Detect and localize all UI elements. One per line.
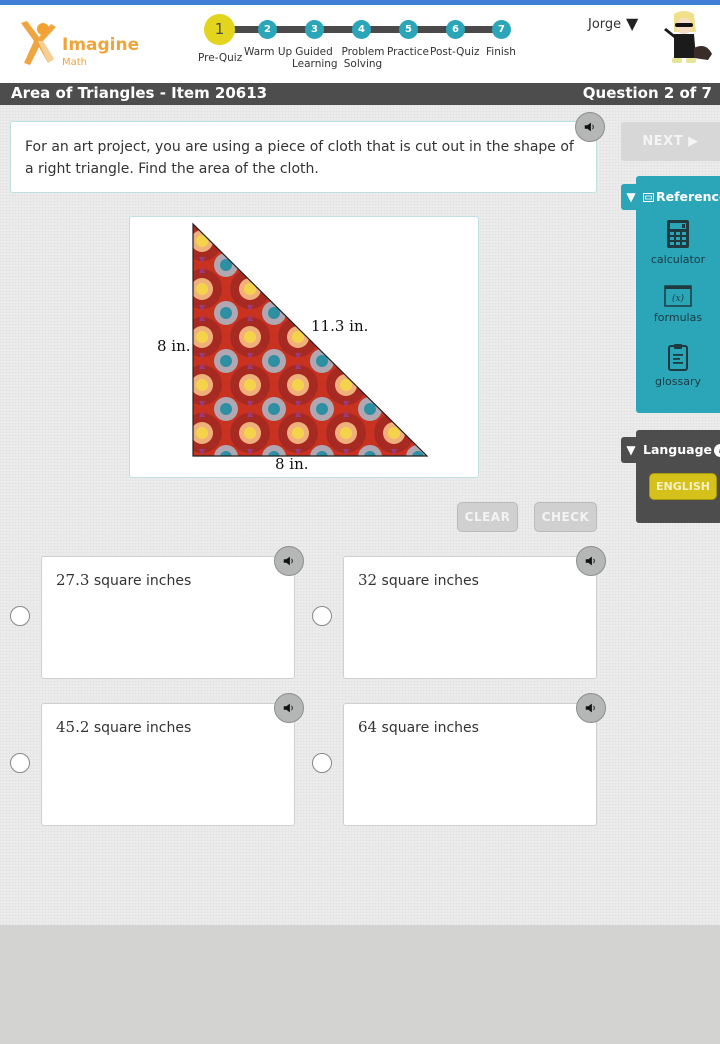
reference-book-icon bbox=[643, 193, 654, 202]
answer-option-a[interactable]: 27.3 square inches bbox=[41, 556, 295, 679]
step-5-label: Practice bbox=[387, 46, 429, 58]
answer-b-value: 32 bbox=[358, 571, 378, 589]
answer-c-text: 45.2 square inches bbox=[56, 718, 191, 736]
reference-title: Reference bbox=[656, 189, 720, 204]
content-area: For an art project, you are using a piec… bbox=[0, 105, 720, 925]
header: Imagine Math 1 2 3 4 5 6 7 Pre-Quiz Warm… bbox=[0, 5, 720, 83]
next-button[interactable]: NEXT ▶ bbox=[621, 122, 720, 161]
language-header[interactable]: Languagei bbox=[643, 442, 720, 457]
language-title: Language bbox=[643, 442, 713, 457]
calculator-label: calculator bbox=[650, 253, 706, 266]
imagine-math-logo[interactable]: Imagine Math bbox=[18, 19, 140, 77]
answer-c-audio-button[interactable] bbox=[274, 693, 304, 723]
answer-d-unit: square inches bbox=[381, 720, 479, 736]
step-7-label: Finish bbox=[486, 46, 516, 58]
calculator-icon bbox=[667, 220, 689, 248]
hypotenuse-label: 11.3 in. bbox=[311, 317, 369, 335]
question-prompt: For an art project, you are using a piec… bbox=[10, 121, 597, 193]
answer-b-text: 32 square inches bbox=[358, 571, 479, 589]
base-label: 8 in. bbox=[275, 455, 309, 473]
answer-option-d[interactable]: 64 square inches bbox=[343, 703, 597, 826]
reference-header[interactable]: Reference bbox=[643, 189, 720, 204]
answer-d-text: 64 square inches bbox=[358, 718, 479, 736]
step-4-dot[interactable]: 4 bbox=[352, 20, 371, 39]
step-4-label: Problem Solving bbox=[341, 46, 385, 70]
logo-sub: Math bbox=[62, 57, 88, 68]
question-counter: Question 2 of 7 bbox=[582, 84, 712, 102]
speaker-icon bbox=[584, 122, 594, 132]
avatar-character-icon[interactable] bbox=[660, 10, 715, 70]
user-menu-caret-icon[interactable]: ▼ bbox=[626, 14, 638, 33]
step-2-label: Warm Up bbox=[244, 46, 293, 58]
progress-stepper: 1 2 3 4 5 6 7 Pre-Quiz Warm Up Guided Le… bbox=[196, 10, 526, 80]
step-6-label: Post-Quiz bbox=[430, 46, 480, 58]
user-name[interactable]: Jorge bbox=[588, 17, 621, 32]
speaker-icon bbox=[283, 703, 293, 713]
glossary-label: glossary bbox=[654, 375, 701, 388]
english-language-button[interactable]: ENGLISH bbox=[649, 473, 717, 500]
reference-formulas[interactable]: (x) formulas bbox=[636, 285, 720, 324]
imagine-math-logo-icon bbox=[21, 21, 56, 65]
step-3-dot[interactable]: 3 bbox=[305, 20, 324, 39]
step-5-dot[interactable]: 5 bbox=[399, 20, 418, 39]
answer-a-value: 27.3 bbox=[56, 571, 90, 589]
answer-c-radio[interactable] bbox=[10, 753, 30, 773]
language-toggle-icon[interactable]: ▼ bbox=[621, 437, 641, 463]
step-7-dot[interactable]: 7 bbox=[492, 20, 511, 39]
answer-b-unit: square inches bbox=[381, 573, 479, 589]
reference-calculator[interactable]: calculator bbox=[636, 219, 720, 266]
speaker-icon bbox=[585, 703, 595, 713]
answer-d-audio-button[interactable] bbox=[576, 693, 606, 723]
step-1-label: Pre-Quiz bbox=[198, 52, 243, 64]
answer-option-b[interactable]: 32 square inches bbox=[343, 556, 597, 679]
answer-d-radio[interactable] bbox=[312, 753, 332, 773]
svg-text:(x): (x) bbox=[672, 293, 685, 304]
speaker-icon bbox=[585, 556, 595, 566]
cloth-triangle bbox=[192, 222, 429, 457]
lesson-title: Area of Triangles - Item 20613 bbox=[11, 84, 268, 102]
step-6-dot[interactable]: 6 bbox=[446, 20, 465, 39]
reference-glossary[interactable]: glossary bbox=[636, 343, 720, 388]
reference-toggle-icon[interactable]: ▼ bbox=[621, 184, 641, 210]
check-button[interactable]: CHECK bbox=[534, 502, 597, 532]
answer-b-audio-button[interactable] bbox=[576, 546, 606, 576]
question-text: For an art project, you are using a piec… bbox=[25, 139, 574, 177]
step-3-label: Guided Learning bbox=[292, 46, 338, 70]
answer-c-value: 45.2 bbox=[56, 718, 90, 736]
figure-panel: 8 in. 11.3 in. 8 in. bbox=[129, 216, 479, 478]
formulas-label: formulas bbox=[653, 311, 703, 324]
answer-a-radio[interactable] bbox=[10, 606, 30, 626]
answer-a-text: 27.3 square inches bbox=[56, 571, 191, 589]
height-label: 8 in. bbox=[157, 337, 191, 355]
answer-c-unit: square inches bbox=[93, 720, 192, 736]
title-bar: Area of Triangles - Item 20613 Question … bbox=[0, 83, 720, 105]
logo-brand: Imagine bbox=[62, 35, 140, 55]
formulas-icon: (x) bbox=[664, 285, 692, 307]
info-icon[interactable]: i bbox=[714, 444, 720, 457]
answer-d-value: 64 bbox=[358, 718, 378, 736]
answer-option-c[interactable]: 45.2 square inches bbox=[41, 703, 295, 826]
answer-b-radio[interactable] bbox=[312, 606, 332, 626]
step-1-dot[interactable]: 1 bbox=[204, 14, 235, 45]
clipboard-icon bbox=[668, 344, 688, 371]
speaker-icon bbox=[283, 556, 293, 566]
step-2-dot[interactable]: 2 bbox=[258, 20, 277, 39]
answer-a-unit: square inches bbox=[93, 573, 192, 589]
question-audio-button[interactable] bbox=[575, 112, 605, 142]
answer-a-audio-button[interactable] bbox=[274, 546, 304, 576]
clear-button[interactable]: CLEAR bbox=[457, 502, 518, 532]
